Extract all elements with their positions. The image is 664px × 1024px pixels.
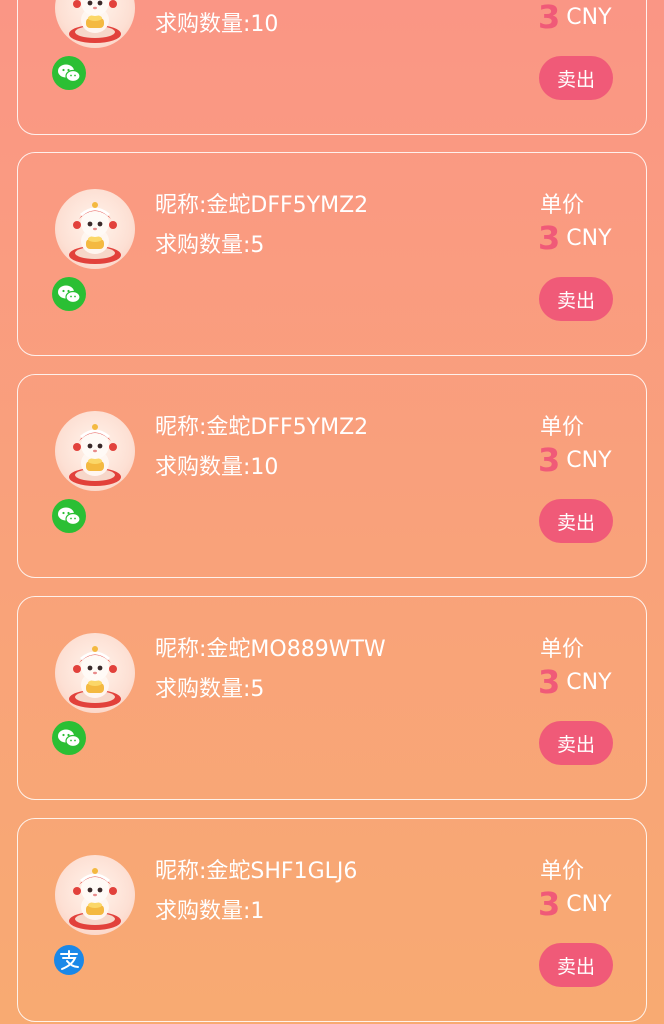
price-value: 3 (538, 663, 561, 701)
nickname: 昵称:金蛇DFF5YMZ2 (155, 415, 369, 440)
sell-button[interactable]: 卖出 (539, 721, 613, 765)
unit-price: 3 CNY (538, 441, 612, 479)
currency: CNY (566, 669, 612, 695)
buy-order-card: 昵称:金蛇DFF5YMZ2 求购数量:5 单价 3 CNY 卖出 (17, 152, 647, 356)
unit-price-label: 单价 (540, 859, 585, 884)
alipay-icon (52, 943, 86, 977)
unit-price: 3 CNY (538, 663, 612, 701)
currency: CNY (566, 225, 612, 251)
avatar (55, 189, 135, 269)
wechat-pay-icon (52, 56, 86, 90)
price-value: 3 (538, 0, 561, 36)
buy-order-list: 求购数量:10 3 CNY 卖出 昵称:金蛇DFF5YMZ2 求购数量:5 单价 … (0, 0, 664, 1024)
nickname: 昵称:金蛇MO889WTW (155, 637, 386, 662)
avatar (55, 411, 135, 491)
avatar (55, 0, 135, 48)
sell-button[interactable]: 卖出 (539, 277, 613, 321)
avatar (55, 855, 135, 935)
unit-price-label: 单价 (540, 637, 585, 662)
currency: CNY (566, 891, 612, 917)
unit-price: 3 CNY (538, 885, 612, 923)
quantity: 求购数量:1 (155, 899, 265, 924)
buy-order-card: 求购数量:10 3 CNY 卖出 (17, 0, 647, 135)
wechat-pay-icon (52, 277, 86, 311)
nickname: 昵称:金蛇SHF1GLJ6 (155, 859, 358, 884)
price-value: 3 (538, 441, 561, 479)
sell-button[interactable]: 卖出 (539, 56, 613, 100)
price-value: 3 (538, 885, 561, 923)
quantity: 求购数量:10 (155, 455, 279, 480)
unit-price-label: 单价 (540, 193, 585, 218)
unit-price-label: 单价 (540, 415, 585, 440)
buy-order-card: 昵称:金蛇SHF1GLJ6 求购数量:1 单价 3 CNY 卖出 (17, 818, 647, 1022)
nickname: 昵称:金蛇DFF5YMZ2 (155, 193, 369, 218)
buy-order-card: 昵称:金蛇MO889WTW 求购数量:5 单价 3 CNY 卖出 (17, 596, 647, 800)
wechat-pay-icon (52, 499, 86, 533)
sell-button[interactable]: 卖出 (539, 943, 613, 987)
sell-button[interactable]: 卖出 (539, 499, 613, 543)
quantity: 求购数量:5 (155, 677, 265, 702)
price-value: 3 (538, 219, 561, 257)
wechat-pay-icon (52, 721, 86, 755)
buy-order-card: 昵称:金蛇DFF5YMZ2 求购数量:10 单价 3 CNY 卖出 (17, 374, 647, 578)
avatar (55, 633, 135, 713)
quantity: 求购数量:10 (155, 12, 279, 37)
currency: CNY (566, 4, 612, 30)
unit-price: 3 CNY (538, 219, 612, 257)
unit-price: 3 CNY (538, 0, 612, 36)
quantity: 求购数量:5 (155, 233, 265, 258)
currency: CNY (566, 447, 612, 473)
